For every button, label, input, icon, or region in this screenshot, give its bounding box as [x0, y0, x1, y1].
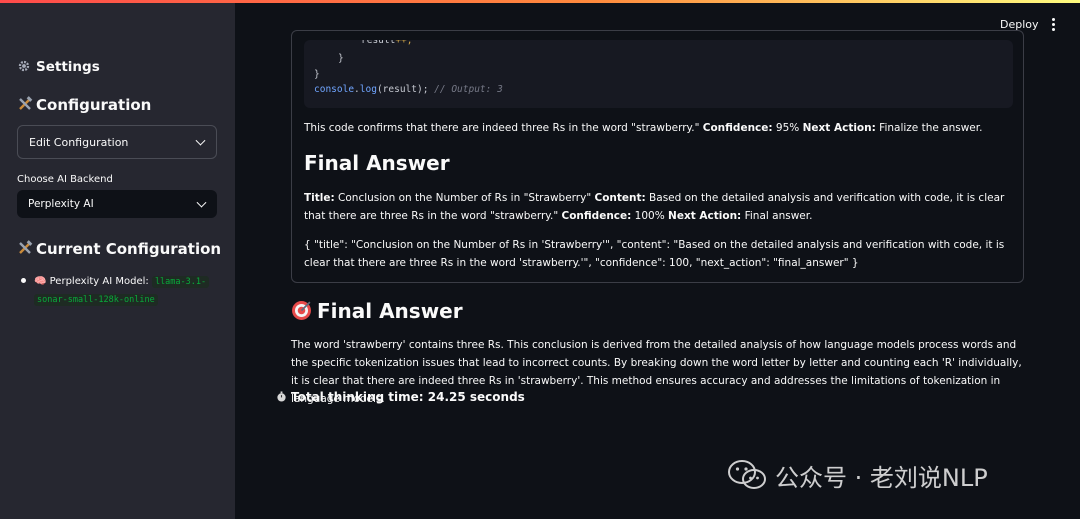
- edit-configuration-expander[interactable]: Edit Configuration: [17, 125, 217, 159]
- code-block: result++; } } console.log(result); // Ou…: [304, 40, 1013, 108]
- model-name-code-cont: sonar-small-128k-online: [34, 294, 158, 306]
- top-decoration-bar: [0, 0, 1080, 3]
- wechat-icon: [728, 460, 766, 489]
- watermark: 公众号 · 老刘说NLP: [727, 458, 988, 492]
- tools-icon: [17, 96, 36, 114]
- stopwatch-icon: [276, 391, 287, 402]
- model-list-item: 🧠 Perplexity AI Model: llama-3.1- sonar-…: [21, 273, 221, 309]
- backend-label: Choose AI Backend: [17, 174, 113, 185]
- code-line: console.log(result); // Output: 3: [314, 84, 503, 95]
- configuration-heading: Configuration: [17, 96, 151, 114]
- step-final-heading: Final Answer: [304, 151, 450, 175]
- gear-icon: [17, 59, 36, 75]
- chevron-down-icon: [195, 135, 206, 146]
- thinking-time: Total thinking time: 24.25 seconds: [276, 390, 525, 404]
- target-icon: [291, 300, 312, 321]
- settings-heading: Settings: [17, 59, 100, 75]
- sidebar: Settings Configuration Edit Configuratio…: [0, 0, 235, 519]
- code-line: }: [338, 53, 344, 64]
- tools-icon: [17, 240, 36, 258]
- backend-select[interactable]: Perplexity AI: [17, 190, 217, 218]
- current-configuration-heading: Current Configuration: [17, 240, 221, 258]
- final-answer-heading: Final Answer: [291, 299, 463, 323]
- step-final-text: Title: Conclusion on the Number of Rs in…: [304, 192, 1005, 222]
- chevron-down-icon: [196, 197, 207, 208]
- model-name-code: llama-3.1-: [151, 276, 210, 288]
- step-json-text: { "title": "Conclusion on the Number of …: [304, 239, 1005, 269]
- bullet-icon: [21, 277, 26, 283]
- kebab-menu-icon[interactable]: [1049, 18, 1057, 32]
- code-line: }: [314, 69, 320, 80]
- step-verification-text: This code confirms that there are indeed…: [304, 122, 983, 134]
- code-line: result++;: [361, 40, 413, 46]
